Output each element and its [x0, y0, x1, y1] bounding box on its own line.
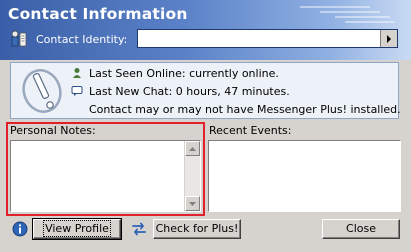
view-profile-button[interactable]: View Profile	[32, 218, 122, 240]
header-watermark	[345, 21, 395, 23]
header-watermark	[335, 16, 390, 18]
plus-status-row: Contact may or may not have Messenger Pl…	[71, 102, 401, 117]
refresh-arrows-icon	[130, 220, 148, 238]
recent-events-label: Recent Events:	[209, 124, 292, 137]
header-bar: Contact Information Contact Identity:	[0, 0, 411, 60]
focus-highlight-box	[6, 122, 205, 216]
last-chat-text: Last New Chat: 0 hours, 47 minutes.	[89, 85, 290, 98]
dropdown-arrow-icon[interactable]	[380, 30, 397, 47]
check-for-plus-label: Check for Plus!	[155, 222, 239, 235]
contact-info-panel: Last Seen Online: currently online. Last…	[10, 62, 401, 119]
plus-status-text: Contact may or may not have Messenger Pl…	[89, 103, 401, 116]
last-seen-row: Last Seen Online: currently online.	[71, 66, 279, 81]
contact-identity-dropdown[interactable]	[137, 29, 398, 48]
contact-information-window: Contact Information Contact Identity: La…	[0, 0, 411, 252]
last-seen-text: Last Seen Online: currently online.	[89, 67, 279, 80]
header-watermark	[320, 11, 380, 13]
header-watermark	[300, 6, 370, 8]
user-online-icon	[71, 67, 83, 79]
view-profile-label: View Profile	[43, 220, 111, 237]
close-label: Close	[346, 222, 376, 235]
messenger-plus-logo-icon	[20, 67, 64, 115]
last-chat-row: Last New Chat: 0 hours, 47 minutes.	[71, 84, 290, 99]
close-button[interactable]: Close	[322, 219, 400, 239]
info-icon	[12, 221, 28, 237]
contact-identity-label: Contact Identity:	[36, 33, 128, 46]
recent-events-list[interactable]	[208, 140, 401, 212]
window-title: Contact Information	[8, 5, 188, 23]
chat-bubble-icon	[71, 85, 83, 97]
check-for-plus-button[interactable]: Check for Plus!	[153, 219, 241, 239]
identity-icon	[9, 29, 29, 49]
